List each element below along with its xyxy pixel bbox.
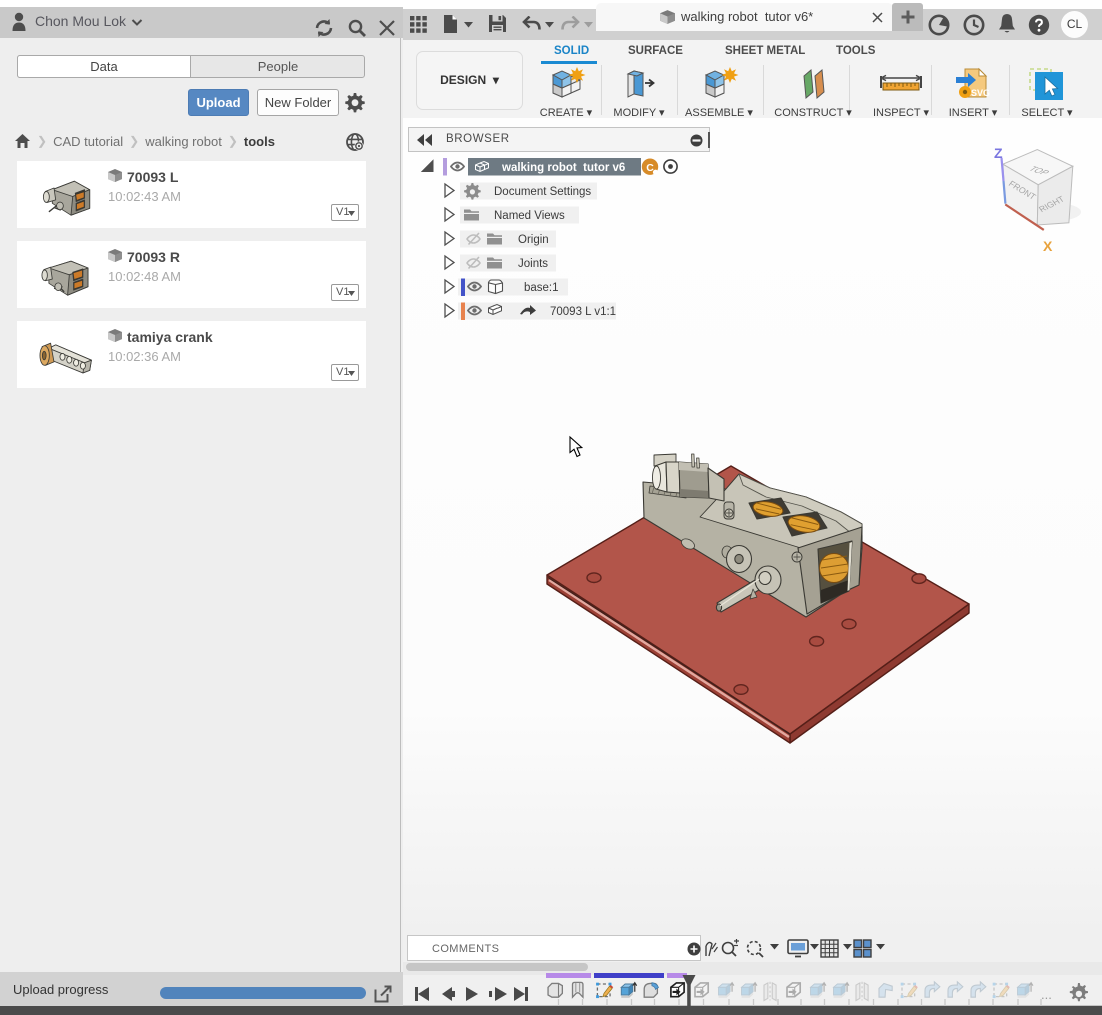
svg-text:walking robot tutor v6: walking robot tutor v6 — [501, 162, 625, 174]
svg-text:Named Views: Named Views — [494, 210, 565, 222]
svg-text:Joints: Joints — [518, 258, 548, 270]
svg-text:base:1: base:1 — [524, 282, 559, 294]
svg-text:Z: Z — [994, 145, 1003, 161]
svg-text:X: X — [1043, 238, 1053, 254]
svg-text:SVG: SVG — [971, 88, 990, 98]
svg-text:Origin: Origin — [518, 234, 549, 246]
svg-text:70093 L v1:1: 70093 L v1:1 — [550, 306, 616, 318]
svg-text:Document Settings: Document Settings — [494, 186, 591, 198]
